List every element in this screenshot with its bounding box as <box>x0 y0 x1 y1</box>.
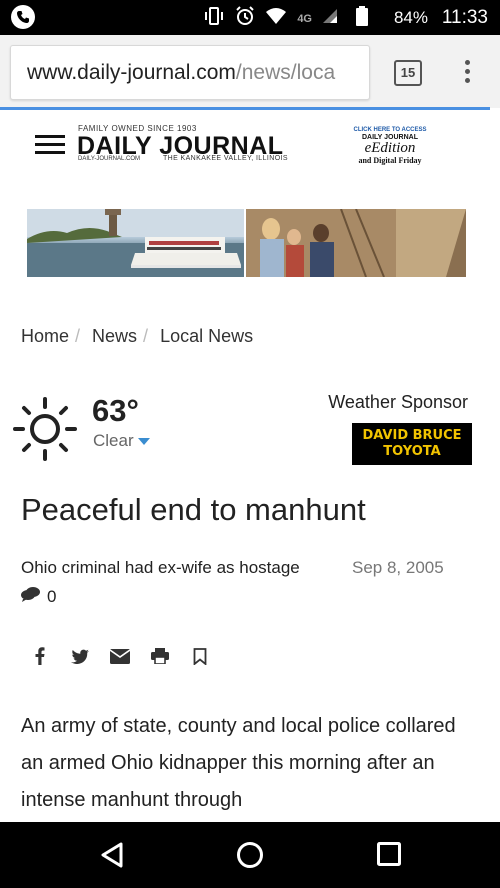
eedition-click-label: CLICK HERE TO ACCESS <box>353 127 427 133</box>
battery-icon <box>356 6 368 31</box>
breadcrumb-home[interactable]: Home <box>21 326 69 347</box>
page-load-progress <box>0 107 490 110</box>
recent-apps-icon[interactable] <box>376 841 402 872</box>
article-date: Sep 8, 2005 <box>352 558 444 577</box>
weather-sponsor-label: Weather Sponsor <box>328 392 468 412</box>
sponsor-line-2: TOYOTA <box>383 444 441 459</box>
weather-condition: Clear <box>93 431 134 450</box>
email-icon[interactable] <box>110 645 130 667</box>
wifi-icon <box>265 7 287 30</box>
breadcrumb-separator: / <box>143 326 149 346</box>
home-icon[interactable] <box>236 841 264 874</box>
comment-count: 0 <box>47 586 57 606</box>
print-icon[interactable] <box>150 645 170 667</box>
hamburger-menu-icon[interactable] <box>35 135 65 155</box>
signal-icon <box>322 8 338 29</box>
overflow-menu-icon[interactable] <box>462 60 472 88</box>
breadcrumb-news[interactable]: News <box>92 326 137 347</box>
chevron-down-icon <box>137 438 150 446</box>
back-icon[interactable] <box>99 841 125 874</box>
breadcrumb: Home / News / Local News <box>21 326 253 347</box>
battery-percent: 84% <box>393 8 428 27</box>
bookmark-icon[interactable] <box>190 645 210 667</box>
url-path: /news/loca <box>235 61 336 84</box>
eedition-name: eEdition <box>364 140 416 156</box>
alarm-icon <box>235 6 255 31</box>
article-headline: Peaceful end to manhunt <box>21 492 366 527</box>
facebook-icon[interactable] <box>30 645 50 667</box>
system-navigation-bar <box>0 822 500 888</box>
twitter-icon[interactable] <box>70 645 90 667</box>
comment-icon <box>21 586 41 607</box>
article-subheadline: Ohio criminal had ex-wife as hostage <box>21 558 300 577</box>
url-host: www.daily-journal.com <box>27 61 236 84</box>
status-icons: 4G <box>203 6 368 31</box>
banner-image-boat[interactable] <box>27 209 244 277</box>
breadcrumb-separator: / <box>75 326 81 346</box>
vibrate-icon <box>203 7 225 30</box>
network-type: 4G <box>297 12 312 25</box>
logo-site-url: DAILY-JOURNAL.COM <box>78 156 141 162</box>
temperature: 63° <box>92 393 139 428</box>
logo-region: THE KANKAKEE VALLEY, ILLINOIS <box>163 155 288 162</box>
breadcrumb-local-news[interactable]: Local News <box>160 326 253 347</box>
weather-condition-dropdown[interactable]: Clear <box>93 431 150 451</box>
address-bar[interactable]: www.daily-journal.com/news/loca <box>10 45 370 100</box>
article-body: An army of state, county and local polic… <box>21 715 456 811</box>
status-bar: 4G 84% 11:33 <box>0 0 500 35</box>
eedition-link[interactable]: CLICK HERE TO ACCESS DAILY JOURNAL eEdit… <box>352 127 428 165</box>
sun-icon <box>13 396 77 467</box>
phone-icon <box>11 5 35 29</box>
comments-link[interactable]: 0 <box>21 586 56 607</box>
eedition-sub: and Digital Friday <box>358 156 422 165</box>
site-header: FAMILY OWNED SINCE 1903 DAILY JOURNAL DA… <box>0 113 500 175</box>
browser-toolbar: www.daily-journal.com/news/loca 15 <box>0 35 500 108</box>
tab-switcher-button[interactable]: 15 <box>394 60 422 86</box>
banner-image-people[interactable] <box>246 209 466 277</box>
sponsor-line-1: DAVID BRUCE <box>362 428 462 443</box>
sponsor-logo[interactable]: DAVID BRUCE TOYOTA <box>352 423 472 465</box>
clock: 11:33 <box>441 7 488 28</box>
share-toolbar <box>30 645 210 667</box>
